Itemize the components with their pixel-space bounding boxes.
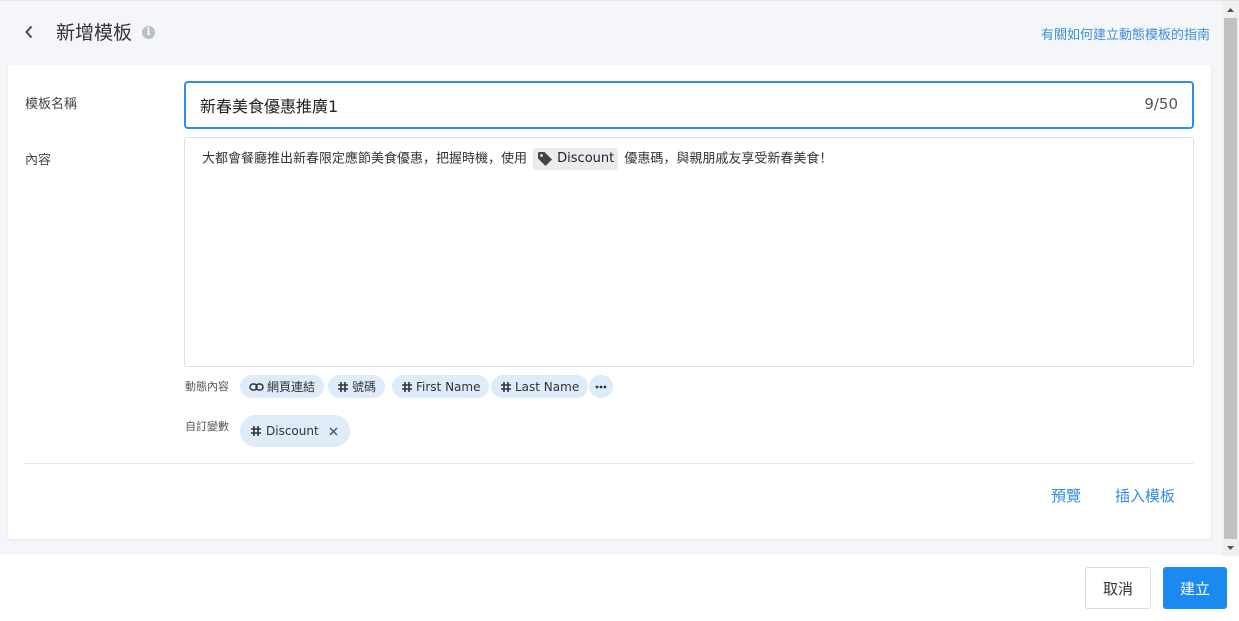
- hash-icon: [338, 381, 348, 392]
- vertical-scrollbar[interactable]: [1222, 1, 1239, 556]
- scroll-down-arrow[interactable]: [1222, 539, 1239, 556]
- create-button[interactable]: 建立: [1163, 567, 1227, 609]
- triangle-down-icon: [1227, 545, 1234, 550]
- scroll-up-arrow[interactable]: [1222, 1, 1239, 18]
- close-icon: [329, 427, 338, 435]
- page-title: 新增模板: [56, 22, 133, 44]
- more-chips-button[interactable]: [589, 375, 613, 398]
- hash-icon: [402, 381, 412, 392]
- dynamic-chip-last-name[interactable]: Last Name: [491, 375, 589, 398]
- guide-link[interactable]: 有關如何建立動態模板的指南: [1041, 24, 1210, 43]
- dynamic-chip-label: 號碼: [352, 380, 377, 394]
- triangle-up-icon: [1227, 7, 1234, 12]
- template-form-card: 模板名稱 9/50 內容 大都會餐廳推出新春限定應節美食優惠，把握時機，使用 D…: [8, 65, 1211, 539]
- scroll-thumb[interactable]: [1224, 18, 1237, 539]
- dynamic-chip-label: First Name: [416, 379, 481, 394]
- divider: [24, 463, 1194, 464]
- content-label: 內容: [25, 153, 52, 168]
- tag-icon: [538, 152, 553, 166]
- remove-variable-button[interactable]: [329, 427, 338, 436]
- info-icon[interactable]: i: [142, 26, 155, 39]
- dynamic-chip-first-name[interactable]: First Name: [392, 375, 490, 398]
- chevron-left-icon: [25, 25, 33, 39]
- main-area: 新增模板 i 有關如何建立動態模板的指南 模板名稱 9/50 內容 大都會餐廳推…: [0, 0, 1239, 556]
- dynamic-chip-web-link[interactable]: 網頁連結: [240, 375, 325, 398]
- discount-variable-chip[interactable]: Discount: [533, 148, 619, 170]
- char-counter: 9/50: [1144, 95, 1178, 113]
- hash-icon: [251, 426, 261, 436]
- page-header: 新增模板 i 有關如何建立動態模板的指南: [0, 1, 1222, 65]
- cancel-button[interactable]: 取消: [1085, 567, 1151, 609]
- template-name-label: 模板名稱: [25, 97, 78, 112]
- preview-button[interactable]: 預覽: [1051, 485, 1081, 506]
- hash-icon: [501, 381, 511, 392]
- custom-variables-label: 自訂變數: [185, 420, 229, 433]
- dynamic-content-label: 動態內容: [185, 380, 229, 393]
- content-editor[interactable]: 大都會餐廳推出新春限定應節美食優惠，把握時機，使用 Discount 優惠碼，與…: [184, 137, 1194, 367]
- dynamic-chip-number[interactable]: 號碼: [328, 375, 386, 398]
- dynamic-chip-label: Last Name: [515, 379, 580, 394]
- template-name-field[interactable]: 9/50: [184, 81, 1194, 129]
- content-text-after: 優惠碼，與親朋戚友享受新春美食！: [624, 151, 833, 167]
- discount-chip-label: Discount: [557, 151, 615, 166]
- more-horizontal-icon: [595, 385, 607, 388]
- dynamic-chip-label: 網頁連結: [267, 380, 316, 394]
- insert-template-button[interactable]: 插入模板: [1115, 485, 1175, 506]
- back-button[interactable]: [18, 21, 40, 43]
- template-name-input[interactable]: [200, 93, 1100, 117]
- content-text-before: 大都會餐廳推出新春限定應節美食優惠，把握時機，使用: [202, 151, 528, 167]
- link-icon: [249, 382, 264, 391]
- custom-variable-discount[interactable]: Discount: [240, 415, 350, 447]
- custom-chip-label: Discount: [266, 424, 319, 438]
